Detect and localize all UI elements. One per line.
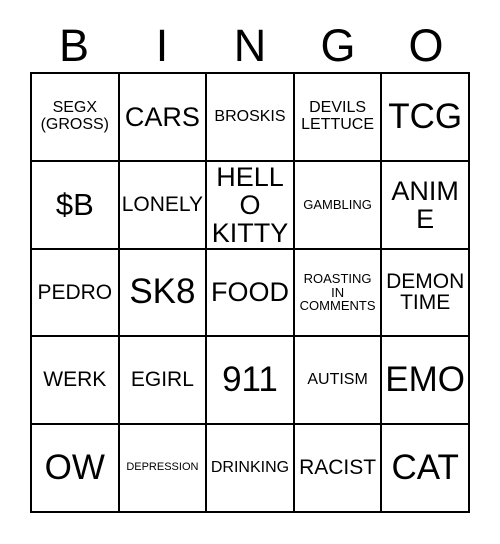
- header-letter-b: B: [58, 19, 89, 71]
- header-letter-i: I: [155, 19, 169, 71]
- bingo-row: SEGX (GROSS) CARS BROSKIS DEVILS LETTUCE TCG: [32, 74, 470, 162]
- bingo-cell-label: EMO: [385, 360, 466, 400]
- bingo-header: B I N G O: [30, 18, 470, 72]
- bingo-cell[interactable]: EMO: [382, 337, 470, 426]
- bingo-cell-label: EGIRL: [130, 368, 194, 392]
- bingo-cell-label: GAMBLING: [303, 196, 372, 212]
- bingo-cell[interactable]: DEPRESSION: [119, 425, 208, 513]
- bingo-cell[interactable]: ANIME: [382, 161, 470, 250]
- bingo-cell[interactable]: DRINKING: [207, 425, 295, 513]
- bingo-cell-label: FOOD: [210, 277, 289, 308]
- header-letter-o: O: [408, 19, 444, 71]
- bingo-cell-label: ROASTING IN COMMENTS: [299, 271, 376, 314]
- bingo-row: OW DEPRESSION DRINKING RACIST CAT: [32, 425, 470, 513]
- bingo-cell-label: WERK: [43, 368, 107, 392]
- bingo-cell[interactable]: DEMON TIME: [382, 249, 470, 338]
- bingo-cell-label: CAT: [391, 447, 459, 487]
- bingo-cell[interactable]: AUTISM: [294, 337, 383, 426]
- bingo-cell-label: RACIST: [299, 456, 377, 480]
- bingo-cell-label: AUTISM: [307, 370, 368, 388]
- bingo-cell-label: CARS: [124, 101, 200, 132]
- bingo-cell[interactable]: FOOD: [207, 249, 295, 338]
- bingo-cell-label: DEMON TIME: [386, 269, 465, 315]
- bingo-cell-label: OW: [44, 447, 105, 487]
- bingo-cell-label: PEDRO: [37, 280, 113, 304]
- bingo-grid: SEGX (GROSS) CARS BROSKIS DEVILS LETTUCE TCG…: [30, 72, 470, 513]
- bingo-cell-label: SK8: [129, 272, 196, 312]
- bingo-cell[interactable]: $B: [32, 161, 120, 250]
- bingo-cell-label: DRINKING: [210, 458, 290, 476]
- bingo-cell-label: 911: [222, 360, 278, 400]
- header-letter-g: G: [320, 19, 356, 71]
- bingo-cell-label: DEVILS LETTUCE: [301, 99, 375, 133]
- bingo-cell[interactable]: EGIRL: [119, 337, 208, 426]
- bingo-cell[interactable]: DEVILS LETTUCE: [294, 74, 383, 162]
- bingo-cell-label: BROSKIS: [214, 107, 286, 125]
- bingo-cell[interactable]: CARS: [119, 74, 208, 162]
- bingo-cell[interactable]: SEGX (GROSS): [32, 74, 120, 162]
- bingo-cell-label: LONELY: [121, 192, 204, 216]
- bingo-cell-label: TCG: [388, 96, 463, 136]
- header-letter-n: N: [233, 19, 267, 71]
- bingo-cell[interactable]: PEDRO: [32, 249, 120, 338]
- bingo-cell[interactable]: HELLO KITTY: [207, 161, 295, 250]
- bingo-cell-label: SEGX (GROSS): [40, 99, 110, 133]
- bingo-row: $B LONELY HELLO KITTY GAMBLING ANIME: [32, 161, 470, 250]
- bingo-cell[interactable]: SK8: [119, 249, 208, 338]
- bingo-cell[interactable]: WERK: [32, 337, 120, 426]
- bingo-cell[interactable]: 911: [207, 337, 295, 426]
- bingo-cell-label: DEPRESSION: [126, 461, 199, 474]
- bingo-cell-label: HELLO KITTY: [211, 161, 289, 248]
- bingo-row: WERK EGIRL 911 AUTISM EMO: [32, 337, 470, 426]
- bingo-cell[interactable]: TCG: [382, 74, 470, 162]
- bingo-cell[interactable]: BROSKIS: [207, 74, 295, 162]
- bingo-cell[interactable]: GAMBLING: [294, 161, 383, 250]
- bingo-cell[interactable]: ROASTING IN COMMENTS: [294, 249, 383, 338]
- bingo-row: PEDRO SK8 FOOD ROASTING IN COMMENTS DEMON TI…: [32, 249, 470, 338]
- bingo-cell-label: $B: [55, 186, 94, 222]
- bingo-cell[interactable]: LONELY: [119, 161, 208, 250]
- bingo-cell[interactable]: RACIST: [294, 425, 383, 513]
- bingo-card: B I N G O SEGX (GROSS) CARS BROSKIS DEVILS …: [30, 18, 470, 513]
- bingo-cell[interactable]: CAT: [382, 425, 470, 513]
- bingo-cell[interactable]: OW: [32, 425, 120, 513]
- bingo-cell-label: ANIME: [391, 175, 459, 234]
